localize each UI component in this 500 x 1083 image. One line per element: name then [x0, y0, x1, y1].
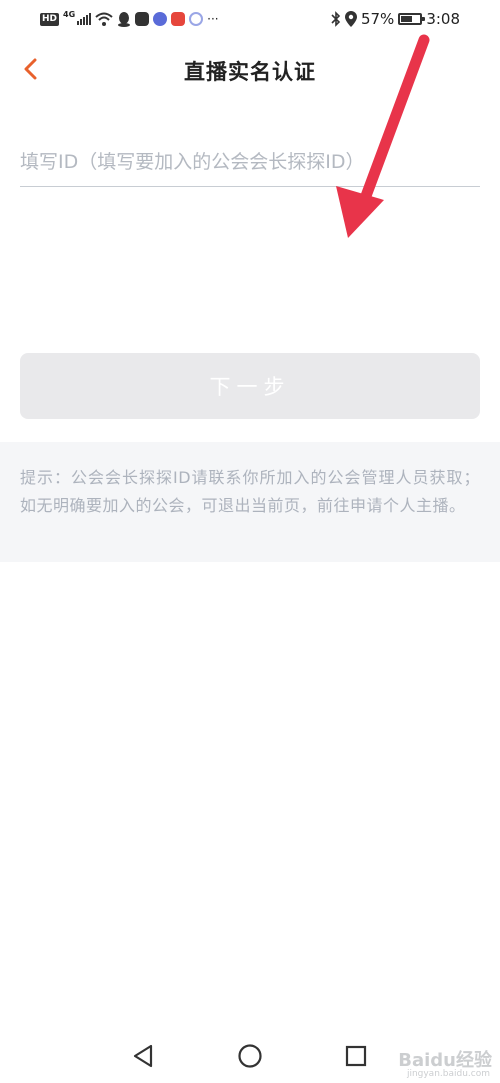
page-title: 直播实名认证 [184, 60, 316, 84]
next-step-button[interactable]: 下一步 [20, 353, 480, 419]
clock: 3:08 [426, 10, 460, 28]
battery-level [401, 16, 412, 22]
qq-icon [118, 12, 131, 27]
signal-icon [77, 13, 92, 25]
network-type: 4G [63, 10, 76, 19]
nav-home-button[interactable] [235, 1042, 265, 1070]
hd-badge: HD [40, 12, 60, 26]
status-bar: HD 4G ··· 57% 3:08 [0, 0, 500, 36]
app-icon-robot [135, 12, 150, 26]
screen: HD 4G ··· 57% 3:08 直播实名认证 填写ID（填写要加入的公会会… [0, 0, 500, 1083]
nav-recents-button[interactable] [341, 1042, 371, 1070]
browser-icon [189, 12, 204, 26]
status-left: HD 4G ··· [40, 10, 219, 28]
more-notifications-icon: ··· [207, 12, 219, 26]
tip-panel: 提示：公会会长探探ID请联系你所加入的公会管理人员获取；如无明确要加入的公会，可… [0, 442, 500, 562]
anchor-id-input[interactable] [20, 138, 480, 187]
battery-percent: 57% [360, 10, 395, 28]
news-app-icon [171, 12, 186, 26]
triangle-back-icon [133, 1044, 153, 1068]
circle-home-icon [238, 1044, 262, 1068]
bluetooth-icon [331, 11, 341, 27]
tip-text: 提示：公会会长探探ID请联系你所加入的公会管理人员获取；如无明确要加入的公会，可… [20, 468, 480, 515]
app-header: 直播实名认证 [0, 44, 500, 94]
music-icon [153, 12, 168, 26]
wifi-icon [95, 12, 113, 26]
status-right: 57% 3:08 [331, 10, 460, 28]
nav-back-button[interactable] [128, 1042, 158, 1070]
system-nav-bar [0, 1028, 500, 1083]
location-icon [344, 11, 357, 27]
square-recents-icon [345, 1045, 367, 1067]
battery-icon [398, 13, 426, 25]
